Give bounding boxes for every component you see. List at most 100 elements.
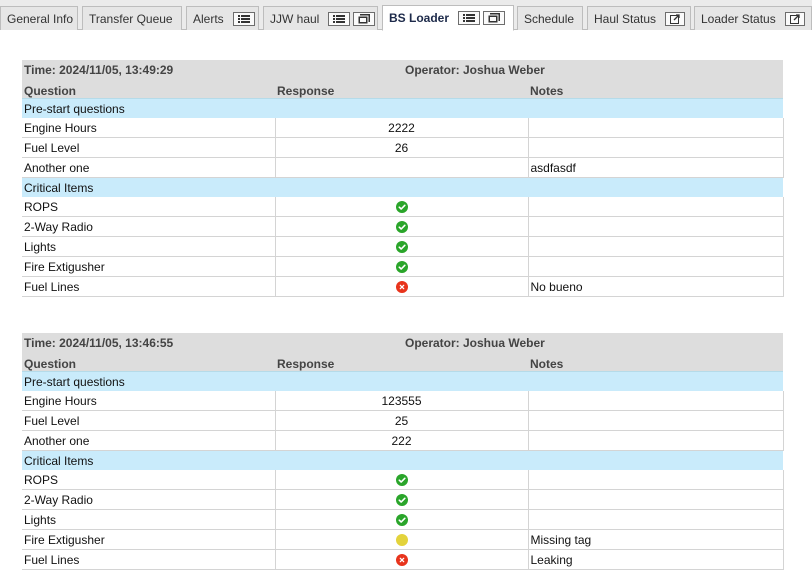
notes-cell: Leaking [528,549,784,570]
table-row: ROPS [22,470,784,490]
table-row: 2-Way Radio [22,489,784,510]
notes-cell [528,430,784,451]
response-cell: 26 [274,137,529,158]
tab-label: BS Loader [389,11,450,25]
tab-label: General Info [7,11,74,26]
report-operator: Operator: Joshua Weber [275,60,783,79]
tab-label: Transfer Queue [89,11,173,26]
images-icon[interactable] [353,11,376,26]
external-link-icon[interactable] [665,11,686,26]
column-header-notes: Notes [528,352,783,372]
notes-cell [528,236,784,257]
question-cell: Another one [22,157,275,178]
check-ok-icon [395,201,408,214]
response-cell [274,509,529,530]
inspection-report: Time: 2024/11/05, 13:46:55 Operator: Jos… [22,333,784,570]
response-cell: 222 [274,430,529,451]
images-icon[interactable] [483,11,506,25]
tab-jjw-haul[interactable]: JJW haul [263,6,378,30]
check-ok-icon [395,221,408,234]
section-title: Critical Items [22,177,783,197]
checklist-table: Time: 2024/11/05, 13:49:29 Operator: Jos… [22,60,784,297]
column-header-response: Response [275,79,528,99]
question-cell: Lights [22,236,275,257]
section-header: Critical Items [22,450,783,470]
inspection-report: Time: 2024/11/05, 13:49:29 Operator: Jos… [22,60,784,297]
table-row: Engine Hours 123555 [22,391,784,411]
check-ok-icon [395,514,408,527]
section-header: Pre-start questions [22,98,783,118]
notes-cell [528,216,784,237]
response-cell [274,529,529,550]
check-fail-icon [395,281,408,294]
tab-bs-loader[interactable]: BS Loader [382,5,514,31]
notes-cell [528,410,784,431]
table-row: Fire Extigusher Missing tag [22,529,784,550]
section-header: Critical Items [22,177,783,197]
tab-label: Haul Status [594,11,657,26]
response-cell: 2222 [274,118,529,138]
notes-cell [528,118,784,138]
table-row: Another one 222 [22,430,784,451]
report-time: Time: 2024/11/05, 13:49:29 [22,60,275,79]
table-row: Fire Extigusher [22,256,784,277]
column-header-question: Question [22,352,275,372]
notes-cell: Missing tag [528,529,784,550]
table-row: Another one asdfasdf [22,157,784,178]
report-time: Time: 2024/11/05, 13:46:55 [22,333,275,352]
notes-cell: No bueno [528,276,784,297]
tab-label: JJW haul [270,11,320,26]
question-cell: Fuel Level [22,137,275,158]
check-ok-icon [395,494,408,507]
column-headers: Question Response Notes [22,79,783,99]
notes-cell: asdfasdf [528,157,784,178]
list-icon[interactable] [328,11,351,26]
notes-cell [528,391,784,411]
tab-bar: General Info Transfer Queue Alerts JJW h… [0,0,812,31]
response-cell: 25 [274,410,529,431]
question-cell: 2-Way Radio [22,489,275,510]
notes-cell [528,470,784,490]
response-cell [274,197,529,217]
tab-loader-status[interactable]: Loader Status [694,6,812,30]
question-cell: Fuel Lines [22,549,275,570]
tab-alerts[interactable]: Alerts [186,6,259,30]
list-icon[interactable] [232,11,255,26]
check-warning-icon [395,534,408,547]
response-cell [274,256,529,277]
question-cell: Lights [22,509,275,530]
question-cell: Fuel Lines [22,276,275,297]
check-ok-icon [395,474,408,487]
external-link-icon[interactable] [784,11,805,26]
tab-general-info[interactable]: General Info [0,6,78,30]
table-row: Lights [22,509,784,530]
section-title: Critical Items [22,450,783,470]
report-header: Time: 2024/11/05, 13:49:29 Operator: Jos… [22,60,783,79]
column-headers: Question Response Notes [22,352,783,372]
section-title: Pre-start questions [22,98,783,118]
question-cell: Fire Extigusher [22,256,275,277]
question-cell: ROPS [22,470,275,490]
table-row: Lights [22,236,784,257]
check-ok-icon [395,241,408,254]
notes-cell [528,489,784,510]
table-row: Fuel Level 26 [22,137,784,158]
tab-schedule[interactable]: Schedule [517,6,583,30]
response-cell [274,236,529,257]
response-cell [274,489,529,510]
notes-cell [528,197,784,217]
question-cell: Engine Hours [22,391,275,411]
tab-transfer-queue[interactable]: Transfer Queue [82,6,182,30]
response-cell [274,157,529,178]
table-row: Fuel Lines No bueno [22,276,784,297]
table-row: 2-Way Radio [22,216,784,237]
list-icon[interactable] [458,11,481,25]
question-cell: Another one [22,430,275,451]
tab-label: Alerts [193,11,224,26]
response-cell [274,216,529,237]
tab-haul-status[interactable]: Haul Status [587,6,691,30]
response-cell [274,549,529,570]
tab-label: Schedule [524,11,575,26]
notes-cell [528,137,784,158]
table-row: Fuel Level 25 [22,410,784,431]
